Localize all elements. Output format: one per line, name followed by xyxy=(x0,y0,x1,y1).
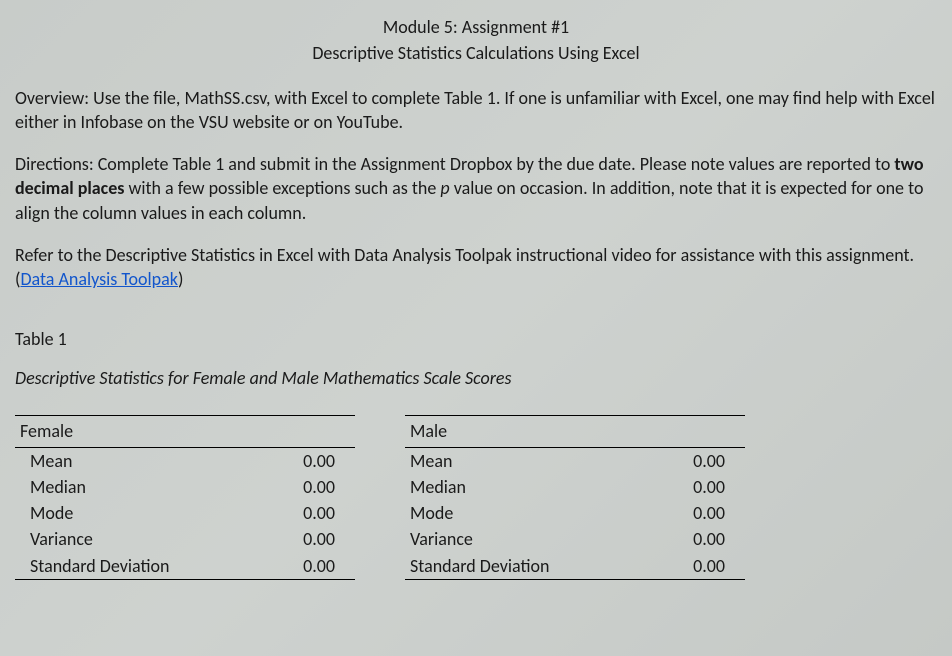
female-stats-table: Female Mean 0.00 Median 0.00 Mode 0.00 V… xyxy=(15,415,355,580)
table-caption: Descriptive Statistics for Female and Ma… xyxy=(15,366,937,390)
table-row: Mean 0.00 xyxy=(15,447,355,474)
row-label-mode: Mode xyxy=(15,500,266,526)
directions-paragraph: Directions: Complete Table 1 and submit … xyxy=(15,152,937,225)
directions-text-1: Directions: Complete Table 1 and submit … xyxy=(15,153,894,175)
male-mean-value: 0.00 xyxy=(651,447,745,474)
female-median-value: 0.00 xyxy=(266,474,355,500)
male-stats-table: Male Mean 0.00 Median 0.00 Mode 0.00 Var… xyxy=(405,415,745,580)
row-label-sd: Standard Deviation xyxy=(405,553,651,580)
male-mode-value: 0.00 xyxy=(651,500,745,526)
document-title-line1: Module 5: Assignment #1 xyxy=(15,15,937,39)
table-row: Mean 0.00 xyxy=(405,447,745,474)
female-header: Female xyxy=(15,416,355,447)
document-title-line2: Descriptive Statistics Calculations Usin… xyxy=(15,41,937,65)
table-row: Median 0.00 xyxy=(15,474,355,500)
stats-tables-wrapper: Female Mean 0.00 Median 0.00 Mode 0.00 V… xyxy=(15,415,937,580)
female-sd-value: 0.00 xyxy=(266,553,355,580)
table-row: Variance 0.00 xyxy=(15,526,355,552)
row-label-sd: Standard Deviation xyxy=(15,553,266,580)
directions-italic-p: p xyxy=(440,177,449,199)
female-mean-value: 0.00 xyxy=(266,447,355,474)
table-row: Standard Deviation 0.00 xyxy=(15,553,355,580)
data-analysis-toolpak-link[interactable]: Data Analysis Toolpak xyxy=(20,268,177,290)
table-row: Mode 0.00 xyxy=(405,500,745,526)
male-header: Male xyxy=(405,416,745,447)
male-sd-value: 0.00 xyxy=(651,553,745,580)
female-variance-value: 0.00 xyxy=(266,526,355,552)
directions-text-2: with a few possible exceptions such as t… xyxy=(124,177,440,199)
refer-paragraph: Refer to the Descriptive Statistics in E… xyxy=(15,243,937,292)
female-mode-value: 0.00 xyxy=(266,500,355,526)
row-label-median: Median xyxy=(405,474,651,500)
refer-text-2: ) xyxy=(178,268,183,290)
table-heading: Table 1 xyxy=(15,327,937,351)
row-label-variance: Variance xyxy=(405,526,651,552)
row-label-mean: Mean xyxy=(15,447,266,474)
table-row: Standard Deviation 0.00 xyxy=(405,553,745,580)
row-label-mode: Mode xyxy=(405,500,651,526)
table-row: Variance 0.00 xyxy=(405,526,745,552)
male-median-value: 0.00 xyxy=(651,474,745,500)
table-row: Mode 0.00 xyxy=(15,500,355,526)
row-label-median: Median xyxy=(15,474,266,500)
row-label-mean: Mean xyxy=(405,447,651,474)
male-variance-value: 0.00 xyxy=(651,526,745,552)
table-row: Median 0.00 xyxy=(405,474,745,500)
row-label-variance: Variance xyxy=(15,526,266,552)
overview-paragraph: Overview: Use the file, MathSS.csv, with… xyxy=(15,86,937,135)
